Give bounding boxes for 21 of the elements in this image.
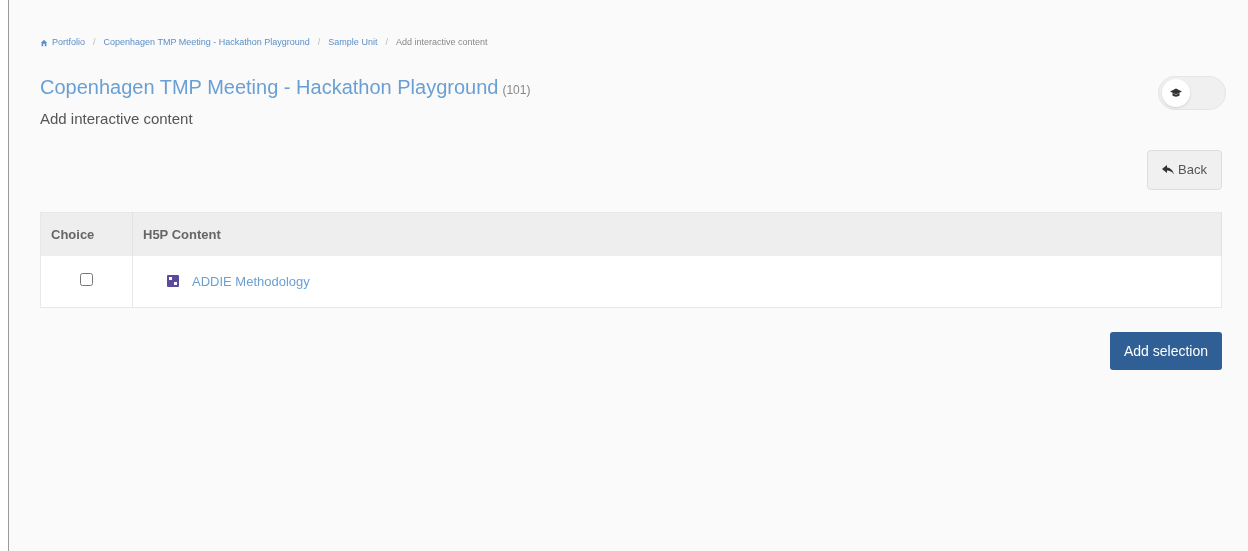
reply-arrow-icon (1162, 165, 1175, 175)
breadcrumb-link[interactable]: Portfolio (40, 36, 86, 50)
back-button[interactable]: Back (1147, 150, 1222, 190)
page-subtitle: Add interactive content (40, 108, 194, 129)
breadcrumb-separator: / (317, 36, 321, 49)
column-header: Choice (40, 212, 133, 256)
title-count: (101) (502, 81, 531, 99)
row-checkbox[interactable] (80, 272, 93, 286)
add-selection-button[interactable]: Add selection (1109, 332, 1222, 370)
breadcrumb-link[interactable]: Copenhagen TMP Meeting - Hackathon Playground (103, 36, 310, 50)
column-header: H5P Content (132, 212, 1222, 256)
page-title: Copenhagen TMP Meeting - Hackathon Playground (40, 74, 499, 100)
teacher-mode-toggle[interactable] (1158, 75, 1226, 110)
breadcrumb-link[interactable]: Sample Unit (328, 36, 378, 50)
content-link[interactable]: ADDIE Methodology (192, 271, 310, 291)
breadcrumb-separator: / (385, 36, 388, 49)
breadcrumb-current: Add interactive content (395, 36, 488, 49)
graduation-cap-icon (1170, 87, 1182, 98)
home-icon (40, 38, 48, 47)
content-type-icon (167, 275, 179, 288)
breadcrumb-separator: / (93, 36, 96, 49)
